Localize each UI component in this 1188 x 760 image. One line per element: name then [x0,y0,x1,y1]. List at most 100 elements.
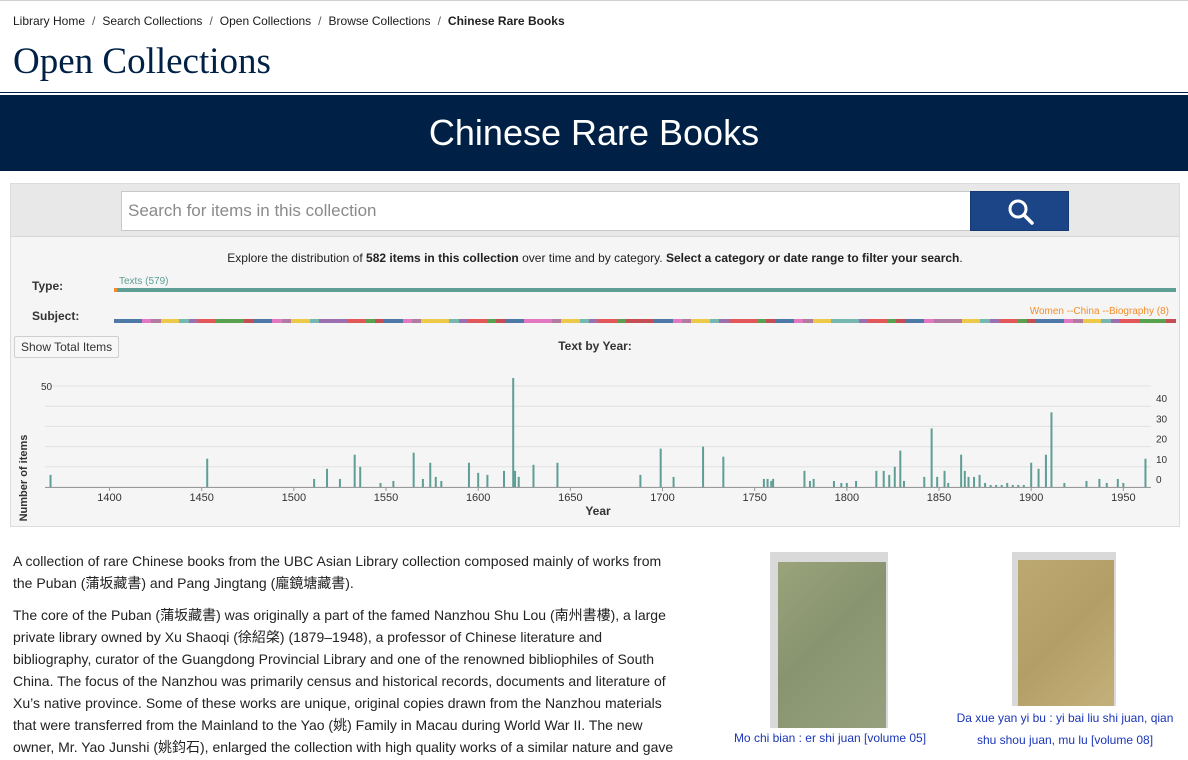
bar[interactable] [359,466,362,487]
bar[interactable] [893,466,896,487]
subject-segment[interactable] [691,319,711,323]
bar[interactable] [989,484,992,487]
bar[interactable] [808,480,811,487]
subject-segment[interactable] [244,319,254,323]
bar[interactable] [338,478,341,487]
bar[interactable] [762,478,765,487]
bar[interactable] [517,476,520,487]
bar[interactable] [556,462,559,487]
bar[interactable] [353,454,356,487]
featured-item-thumbnail[interactable] [770,552,888,728]
subject-segment[interactable] [505,319,524,323]
bar[interactable] [429,462,432,487]
subject-segment[interactable] [346,319,366,323]
bar[interactable] [532,464,535,487]
subject-segment[interactable] [188,319,198,323]
bar[interactable] [639,474,642,487]
breadcrumb-browse-collections[interactable]: Browse Collections [329,14,431,28]
subject-segment[interactable] [1110,319,1120,323]
subject-segment[interactable] [1017,319,1027,323]
subject-segment[interactable] [980,319,990,323]
subject-segment[interactable] [831,319,860,323]
subject-segment[interactable] [933,319,962,323]
bar[interactable] [49,474,52,487]
bar[interactable] [967,476,970,487]
subject-segment[interactable] [141,319,152,323]
subject-segment[interactable] [905,319,925,323]
bar[interactable] [702,446,705,487]
bar[interactable] [440,480,443,487]
subject-segment[interactable] [1064,319,1074,323]
subject-segment[interactable] [756,319,766,323]
bar[interactable] [855,480,858,487]
search-button[interactable] [970,191,1069,231]
subject-segment[interactable] [309,319,319,323]
subject-segment[interactable] [579,319,590,323]
bar[interactable] [930,428,933,487]
subject-segment[interactable] [374,319,385,323]
bar[interactable] [477,472,480,487]
subject-segment[interactable] [412,319,422,323]
bar[interactable] [514,470,517,487]
bar[interactable] [502,470,505,487]
subject-segment[interactable] [616,319,627,323]
subject-segment[interactable] [365,319,375,323]
subject-segment[interactable] [654,319,673,323]
subject-segment[interactable] [626,319,655,323]
subject-segment[interactable] [160,319,180,323]
breadcrumb-open-collections[interactable]: Open Collections [220,14,311,28]
bar[interactable] [973,476,976,487]
bar[interactable] [1116,478,1119,487]
subject-segment[interactable] [253,319,273,323]
bar[interactable] [326,468,329,487]
subject-segment[interactable] [859,319,869,323]
subject-segment[interactable] [589,319,599,323]
subject-segment[interactable] [114,319,142,323]
bar[interactable] [1044,454,1047,487]
bar[interactable] [832,480,835,487]
subject-segment[interactable] [290,319,310,323]
breadcrumb-library-home[interactable]: Library Home [13,14,85,28]
bar[interactable] [1030,462,1033,487]
type-other-segment[interactable] [114,288,117,292]
subject-segment[interactable] [1166,319,1176,323]
subject-segment[interactable] [812,319,832,323]
subject-segment[interactable] [887,319,897,323]
subject-segment[interactable] [197,319,217,323]
subject-segment[interactable] [598,319,617,323]
bar[interactable] [1063,482,1066,487]
bar[interactable] [486,474,489,487]
bar[interactable] [512,377,515,487]
bar[interactable] [947,482,950,487]
subject-segment[interactable] [682,319,692,323]
bar[interactable] [1098,478,1101,487]
subject-segment[interactable] [272,319,282,323]
bar[interactable] [995,484,998,487]
subject-segment[interactable] [710,319,720,323]
subject-segment[interactable] [551,319,562,323]
bar[interactable] [1050,412,1053,487]
featured-item-thumbnail[interactable] [1012,552,1116,706]
bar[interactable] [772,478,775,487]
bar[interactable] [392,480,395,487]
bar[interactable] [978,474,981,487]
bar[interactable] [421,478,424,487]
subject-segment[interactable] [467,319,487,323]
bar[interactable] [1011,484,1014,487]
subject-segment[interactable] [1082,319,1102,323]
subject-segment[interactable] [216,319,245,323]
bar[interactable] [379,482,382,487]
bar[interactable] [960,454,963,487]
featured-item-link[interactable]: Da xue yan yi bu : yi bai liu shi juan, … [948,707,1182,751]
subject-segment[interactable] [1138,319,1167,323]
bar[interactable] [888,474,891,487]
bar[interactable] [1105,482,1108,487]
subject-segment[interactable] [318,319,347,323]
bar[interactable] [845,482,848,487]
subject-segment[interactable] [1026,319,1037,323]
site-title[interactable]: Open Collections [13,40,271,83]
bar[interactable] [672,476,675,487]
type-filter-bar[interactable] [114,288,1176,292]
subject-segment[interactable] [1036,319,1065,323]
subject-segment[interactable] [281,319,291,323]
